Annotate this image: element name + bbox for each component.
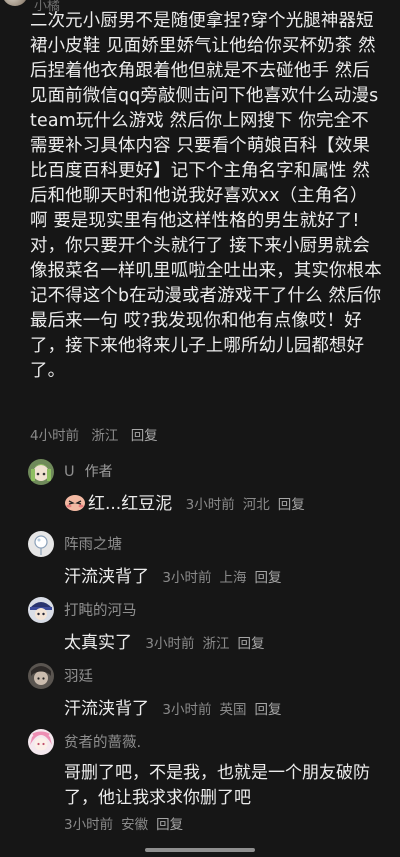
- anime-avatar-icon[interactable]: [28, 597, 54, 623]
- reply-meta: 3小时前 河北 回复: [186, 497, 313, 513]
- reply-location: 安徽: [121, 817, 149, 833]
- reply-time: 3小时前: [162, 702, 212, 718]
- reply-location: 河北: [242, 497, 270, 513]
- reply-time: 3小时前: [185, 497, 235, 513]
- comment-location: 浙江: [91, 428, 119, 444]
- avatar[interactable]: [2, 0, 28, 6]
- reply-location: 浙江: [202, 636, 230, 652]
- anime-avatar-icon[interactable]: [28, 663, 54, 689]
- reply-button[interactable]: 回复: [238, 636, 265, 652]
- author-badge: 作者: [84, 464, 113, 480]
- pink-hair-avatar-icon[interactable]: [28, 729, 54, 755]
- blushing-emoji-icon: [64, 494, 86, 512]
- reply-text: 汗流浃背了: [64, 567, 149, 587]
- reply-author-name[interactable]: U 作者: [64, 461, 113, 481]
- reply-text: 太真实了: [64, 633, 132, 653]
- reply-button[interactable]: 回复: [278, 497, 305, 513]
- bubble-avatar-icon[interactable]: [28, 531, 54, 557]
- reply-meta: 3小时前 安徽 回复: [64, 813, 191, 833]
- author-name[interactable]: U: [64, 464, 75, 480]
- reply-meta: 3小时前 上海 回复: [162, 570, 289, 586]
- reply-text-row: 汗流浃背了 3小时前 英国 回复: [64, 694, 290, 719]
- reply-button[interactable]: 回复: [255, 570, 282, 586]
- reply-text-row: 汗流浃背了 3小时前 上海 回复: [64, 562, 290, 587]
- reply-text: 红...红豆泥: [88, 494, 173, 514]
- reply-time: 3小时前: [145, 636, 195, 652]
- reply-author-name[interactable]: 羽廷: [64, 665, 93, 686]
- main-comment-text: 二次元小厨男不是随便拿捏?穿个光腿神器短裙小皮鞋 见面娇里娇气让他给你买杯奶茶 …: [30, 11, 382, 381]
- reply-time: 3小时前: [162, 570, 212, 586]
- reply-text-row: 太真实了 3小时前 浙江 回复: [64, 628, 273, 653]
- home-indicator[interactable]: [145, 848, 255, 852]
- reply-button[interactable]: 回复: [255, 702, 282, 718]
- reply-meta: 3小时前 英国 回复: [162, 702, 289, 718]
- main-comment-meta: 4小时前 浙江 回复: [30, 424, 166, 444]
- reply-author-name[interactable]: 贫者的蔷薇.: [64, 731, 141, 752]
- anime-avatar-icon[interactable]: [28, 459, 54, 485]
- reply-text: 哥删了吧，不是我，也就是一个朋友破防了，他让我求求你删了吧: [64, 763, 370, 808]
- reply-text-row: 红...红豆泥 3小时前 河北 回复: [64, 489, 313, 514]
- reply-author-name[interactable]: 阵雨之塘: [64, 533, 122, 554]
- reply-button[interactable]: 回复: [156, 817, 183, 833]
- reply-author-name[interactable]: 打盹的河马: [64, 599, 137, 620]
- reply-text: 汗流浃背了: [64, 699, 149, 719]
- reply-time: 3小时前: [64, 817, 114, 833]
- reply-button[interactable]: 回复: [131, 428, 158, 444]
- reply-location: 英国: [219, 702, 247, 718]
- comment-time: 4小时前: [30, 428, 80, 444]
- reply-location: 上海: [219, 570, 247, 586]
- reply-meta: 3小时前 浙江 回复: [145, 636, 272, 652]
